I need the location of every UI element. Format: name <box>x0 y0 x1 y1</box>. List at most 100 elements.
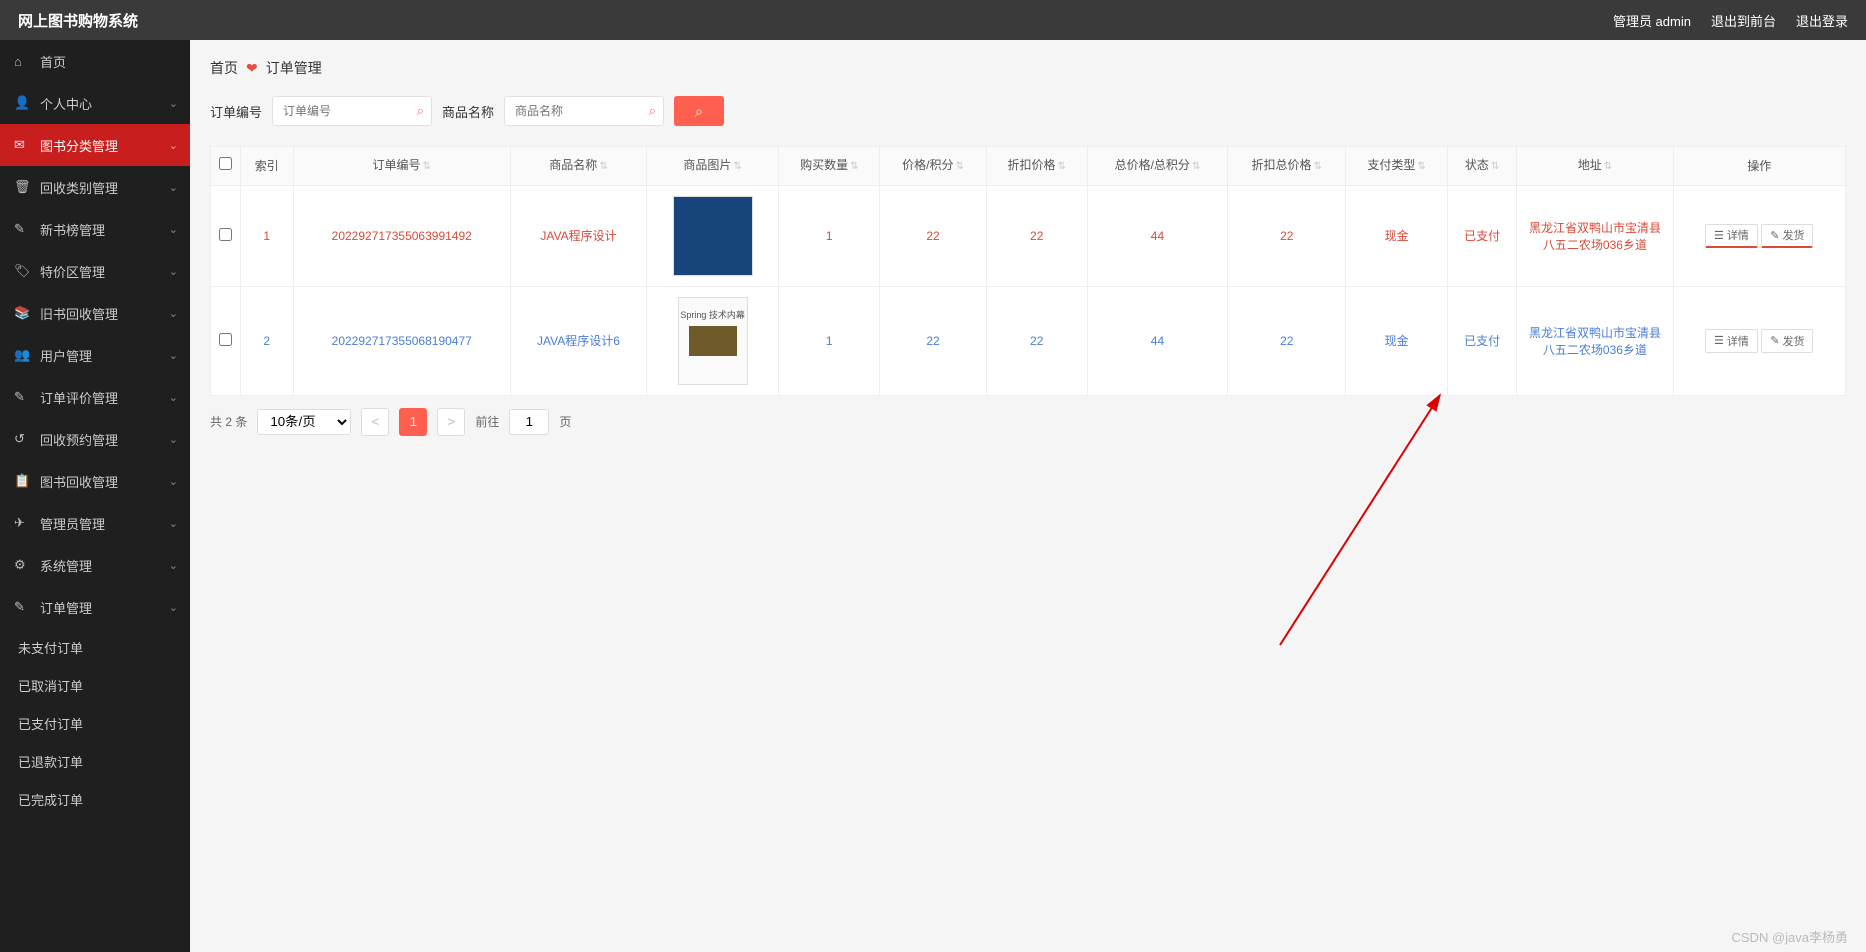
cell: 202292717355063991492 <box>293 185 510 286</box>
col-header-3[interactable]: 商品名称⇅ <box>510 147 646 186</box>
sidebar-item-label: 图书分类管理 <box>40 136 118 155</box>
sidebar-sub-0[interactable]: 未支付订单 <box>0 628 190 666</box>
sort-icon: ⇅ <box>955 161 963 172</box>
search-button[interactable]: ⌕ <box>674 96 724 126</box>
sidebar-item-13[interactable]: ✎订单管理⌄ <box>0 586 190 628</box>
chevron-down-icon: ⌄ <box>169 181 178 194</box>
chevron-down-icon: ⌄ <box>169 433 178 446</box>
sidebar-item-4[interactable]: ✎新书榜管理⌄ <box>0 208 190 250</box>
sidebar-icon: ⚙ <box>14 557 32 573</box>
col-header-label: 支付类型 <box>1367 158 1415 172</box>
col-header-label: 购买数量 <box>800 158 848 172</box>
next-page-button[interactable]: > <box>437 408 465 436</box>
page-1-button[interactable]: 1 <box>399 408 427 436</box>
watermark: CSDN @java李杨勇 <box>1732 927 1849 946</box>
filter-orderno-input[interactable] <box>272 96 432 126</box>
cell: 已支付 <box>1447 185 1517 286</box>
cell: 现金 <box>1346 185 1447 286</box>
col-header-11[interactable]: 状态⇅ <box>1447 147 1517 186</box>
sidebar-item-2[interactable]: ✉图书分类管理⌄ <box>0 124 190 166</box>
edit-icon: ✎ <box>1770 334 1779 347</box>
jump-page-input[interactable] <box>509 409 549 435</box>
sidebar-item-label: 系统管理 <box>40 556 92 575</box>
sidebar-sub-1[interactable]: 已取消订单 <box>0 666 190 704</box>
admin-label[interactable]: 管理员 admin <box>1613 11 1691 30</box>
cell: 44 <box>1087 286 1227 395</box>
cell: JAVA程序设计6 <box>510 286 646 395</box>
sort-icon: ⇅ <box>1417 161 1425 172</box>
chevron-down-icon: ⌄ <box>169 139 178 152</box>
sidebar-item-12[interactable]: ⚙ 系统管理 ⌄ <box>0 544 190 586</box>
sidebar-item-5[interactable]: 🏷特价区管理⌄ <box>0 250 190 292</box>
cell: 黑龙江省双鸭山市宝清县八五二农场036乡道 <box>1517 185 1673 286</box>
sidebar-sub-4[interactable]: 已完成订单 <box>0 780 190 818</box>
sort-icon: ⇅ <box>850 161 858 172</box>
sidebar-item-label: 个人中心 <box>40 94 92 113</box>
cell <box>647 286 779 395</box>
prev-page-button[interactable]: < <box>361 408 389 436</box>
sidebar-item-3[interactable]: 🗑回收类别管理⌄ <box>0 166 190 208</box>
sidebar-item-label: 特价区管理 <box>40 262 105 281</box>
edit-icon: ✎ <box>1770 229 1779 242</box>
col-header-2[interactable]: 订单编号⇅ <box>293 147 510 186</box>
list-icon: ☰ <box>1714 229 1724 242</box>
jump-pre: 前往 <box>475 413 499 430</box>
sidebar-item-label: 回收类别管理 <box>40 178 118 197</box>
chevron-down-icon: ⌄ <box>169 559 178 572</box>
topbar-right: 管理员 admin 退出到前台 退出登录 <box>1613 11 1848 30</box>
filter-product-input[interactable] <box>504 96 664 126</box>
chevron-down-icon: ⌄ <box>169 97 178 110</box>
sort-icon: ⇅ <box>599 161 607 172</box>
crumb-home[interactable]: 首页 <box>210 58 238 78</box>
to-frontend-link[interactable]: 退出到前台 <box>1711 11 1776 30</box>
sidebar-item-label: 管理员管理 <box>40 514 105 533</box>
col-header-8[interactable]: 总价格/总积分⇅ <box>1087 147 1227 186</box>
col-header-7[interactable]: 折扣价格⇅ <box>986 147 1087 186</box>
sort-icon: ⇅ <box>423 161 431 172</box>
sidebar-sub-2[interactable]: 已支付订单 <box>0 704 190 742</box>
sort-icon: ⇅ <box>1058 161 1066 172</box>
ship-button[interactable]: ✎ 发货 <box>1761 224 1813 248</box>
detail-button[interactable]: ☰ 详情 <box>1705 329 1758 353</box>
cell: 202292717355068190477 <box>293 286 510 395</box>
detail-button[interactable]: ☰ 详情 <box>1705 224 1758 248</box>
sidebar-item-7[interactable]: 👥用户管理⌄ <box>0 334 190 376</box>
sidebar-item-label: 用户管理 <box>40 346 92 365</box>
sort-icon: ⇅ <box>1491 161 1499 172</box>
sidebar-item-6[interactable]: 📚旧书回收管理⌄ <box>0 292 190 334</box>
sort-icon: ⇅ <box>733 161 741 172</box>
sidebar-item-label: 图书回收管理 <box>40 472 118 491</box>
search-icon: ⌕ <box>649 103 656 119</box>
sidebar-item-0[interactable]: ⌂首页 <box>0 40 190 82</box>
col-header-9[interactable]: 折扣总价格⇅ <box>1228 147 1346 186</box>
logout-link[interactable]: 退出登录 <box>1796 11 1848 30</box>
table-row: 2202292717355068190477JAVA程序设计6122224422… <box>211 286 1846 395</box>
cell: 22 <box>1228 185 1346 286</box>
ship-button[interactable]: ✎ 发货 <box>1761 329 1813 353</box>
chevron-down-icon: ⌄ <box>169 307 178 320</box>
select-all-checkbox[interactable] <box>219 157 232 170</box>
col-header-4[interactable]: 商品图片⇅ <box>647 147 779 186</box>
filter-bar: 订单编号 ⌕ 商品名称 ⌕ ⌕ <box>210 96 1846 126</box>
col-header-10[interactable]: 支付类型⇅ <box>1346 147 1447 186</box>
sidebar-sub-3[interactable]: 已退款订单 <box>0 742 190 780</box>
sidebar-item-10[interactable]: 📋图书回收管理⌄ <box>0 460 190 502</box>
col-header-13[interactable]: 操作 <box>1673 147 1845 186</box>
row-checkbox[interactable] <box>219 228 232 241</box>
cell: 黑龙江省双鸭山市宝清县八五二农场036乡道 <box>1517 286 1673 395</box>
per-page-select[interactable]: 10条/页 <box>257 409 351 435</box>
sidebar-item-8[interactable]: ✎订单评价管理⌄ <box>0 376 190 418</box>
chevron-down-icon: ⌄ <box>169 601 178 614</box>
sidebar-item-1[interactable]: 👤 个人中心 ⌄ <box>0 82 190 124</box>
col-header-12[interactable]: 地址⇅ <box>1517 147 1673 186</box>
crumb-current: 订单管理 <box>266 58 322 78</box>
col-header-5[interactable]: 购买数量⇅ <box>779 147 880 186</box>
col-header-6[interactable]: 价格/积分⇅ <box>880 147 986 186</box>
sidebar-item-11[interactable]: ✈管理员管理⌄ <box>0 502 190 544</box>
sidebar-item-9[interactable]: ↺回收预约管理⌄ <box>0 418 190 460</box>
pagination: 共 2 条 10条/页 < 1 > 前往 页 <box>210 408 1846 436</box>
sidebar-icon: 👤 <box>14 95 32 111</box>
row-checkbox[interactable] <box>219 333 232 346</box>
col-header-label: 操作 <box>1747 159 1771 173</box>
col-header-1[interactable]: 索引 <box>241 147 294 186</box>
